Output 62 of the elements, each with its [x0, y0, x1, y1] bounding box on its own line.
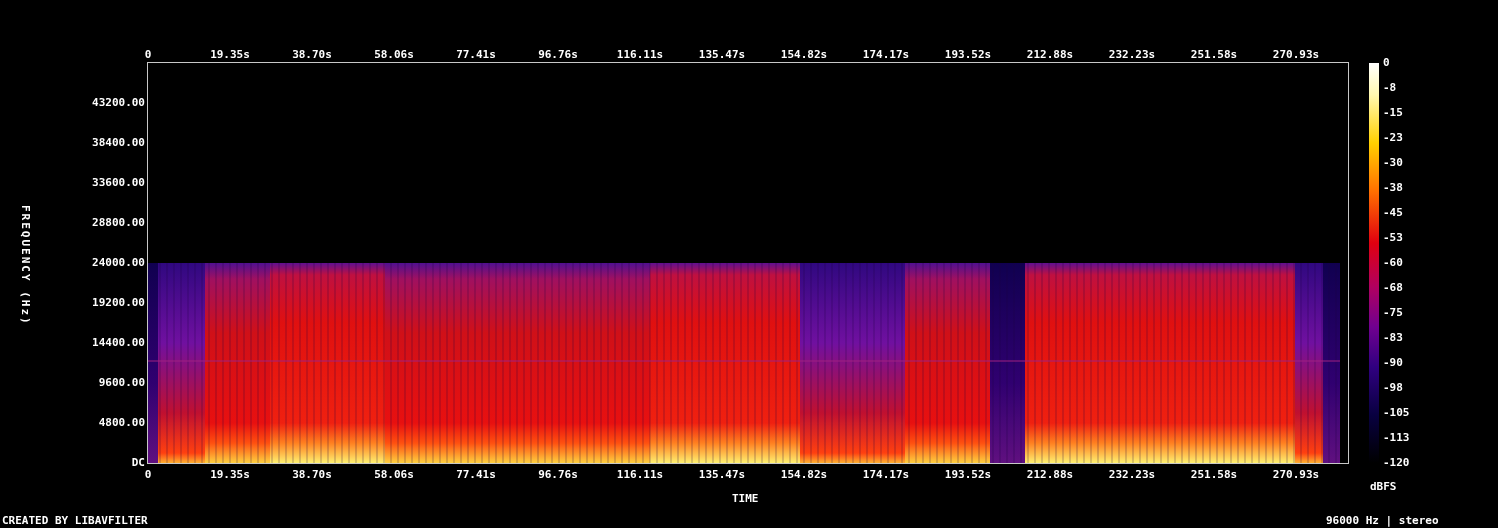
frequency-tick-label: 19200.00 — [92, 297, 145, 309]
frequency-tick-label: 14400.00 — [92, 337, 145, 349]
frequency-tick-label: 33600.00 — [92, 177, 145, 189]
time-tick-label: 135.47s — [698, 49, 746, 61]
decibel-scale-label: -23 — [1383, 132, 1403, 144]
time-tick-label: 0 — [144, 49, 152, 61]
time-tick-label: 58.06s — [374, 49, 414, 61]
time-tick-label: 232.23s — [1108, 469, 1156, 481]
decibel-scale-label: -98 — [1383, 382, 1403, 394]
frequency-tick-label: 43200.00 — [92, 97, 145, 109]
decibel-scale-label: -105 — [1383, 407, 1410, 419]
time-tick-label: 19.35s — [210, 469, 250, 481]
decibel-scale-label: -68 — [1383, 282, 1403, 294]
time-tick-label: 58.06s — [374, 469, 414, 481]
time-tick-label: 212.88s — [1026, 469, 1074, 481]
decibel-scale-label: -15 — [1383, 107, 1403, 119]
time-tick-label: 38.70s — [292, 49, 332, 61]
time-tick-label: 116.11s — [616, 469, 664, 481]
axis-title: TIME — [732, 493, 759, 505]
decibel-scale-label: -120 — [1383, 457, 1410, 469]
time-tick-label: 193.52s — [944, 49, 992, 61]
decibel-scale-label: -75 — [1383, 307, 1403, 319]
time-tick-label: 96.76s — [538, 469, 578, 481]
decibel-scale-label: -8 — [1383, 82, 1397, 94]
time-tick-label: 232.23s — [1108, 49, 1156, 61]
time-tick-label: 270.93s — [1272, 469, 1320, 481]
decibel-scale-label: -83 — [1383, 332, 1403, 344]
decibel-scale-label: -60 — [1383, 257, 1403, 269]
time-tick-label: 38.70s — [292, 469, 332, 481]
decibel-scale-label: -45 — [1383, 207, 1403, 219]
color-scale-unit: dBFS — [1370, 481, 1397, 493]
frequency-tick-label: 9600.00 — [98, 377, 145, 389]
time-tick-label: 174.17s — [862, 49, 910, 61]
credit-text: CREATED BY LIBAVFILTER — [2, 515, 148, 527]
time-tick-label: 154.82s — [780, 469, 828, 481]
time-tick-label: 174.17s — [862, 469, 910, 481]
decibel-scale-label: 0 — [1383, 57, 1390, 69]
time-tick-label: 270.93s — [1272, 49, 1320, 61]
time-tick-label: 116.11s — [616, 49, 664, 61]
decibel-scale-label: -90 — [1383, 357, 1403, 369]
frequency-tick-label: 4800.00 — [98, 417, 145, 429]
time-tick-label: 77.41s — [456, 49, 496, 61]
decibel-scale-label: -30 — [1383, 157, 1403, 169]
frequency-tick-label: DC — [131, 457, 145, 469]
frequency-tick-label: 28800.00 — [92, 217, 145, 229]
decibel-scale-label: -53 — [1383, 232, 1403, 244]
decibel-scale-label: -38 — [1383, 182, 1403, 194]
decibel-scale-label: -113 — [1383, 432, 1410, 444]
time-tick-label: 0 — [144, 469, 152, 481]
audio-info-text: 96000 Hz | stereo — [1326, 515, 1439, 527]
time-tick-label: 154.82s — [780, 49, 828, 61]
time-tick-label: 251.58s — [1190, 469, 1238, 481]
time-tick-label: 193.52s — [944, 469, 992, 481]
frequency-tick-label: 24000.00 — [92, 257, 145, 269]
time-tick-label: 77.41s — [456, 469, 496, 481]
time-tick-label: 251.58s — [1190, 49, 1238, 61]
time-tick-label: 19.35s — [210, 49, 250, 61]
axis-title: FREQUENCY (Hz) — [19, 205, 32, 326]
frequency-tick-label: 38400.00 — [92, 137, 145, 149]
time-tick-label: 212.88s — [1026, 49, 1074, 61]
time-tick-label: 96.76s — [538, 49, 578, 61]
time-tick-label: 135.47s — [698, 469, 746, 481]
